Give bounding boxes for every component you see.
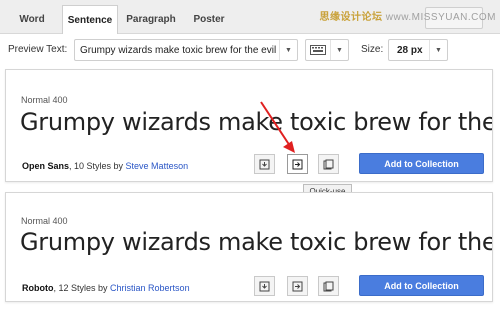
- tab-poster[interactable]: Poster: [186, 6, 232, 33]
- preview-settings-row: Preview Text: Grumpy wizards make toxic …: [0, 34, 500, 67]
- preview-text-value: Grumpy wizards make toxic brew for the e…: [80, 44, 279, 56]
- pop-out-button[interactable]: [318, 276, 339, 296]
- watermark: 思缘设计论坛 www.MISSYUAN.COM: [319, 8, 496, 23]
- font-name: Roboto: [22, 283, 54, 293]
- font-sample-text: Grumpy wizards make toxic brew for the e…: [20, 108, 492, 136]
- download-button[interactable]: [254, 276, 275, 296]
- size-value: 28 px: [397, 44, 423, 56]
- add-to-collection-button[interactable]: Add to Collection: [359, 275, 484, 296]
- quick-use-icon: [292, 281, 303, 291]
- font-styles-count: , 12 Styles by: [53, 283, 111, 293]
- font-styles-count: , 10 Styles by: [69, 161, 126, 171]
- font-card-roboto: Normal 400 Grumpy wizards make toxic bre…: [5, 192, 493, 302]
- chevron-down-icon: ▼: [330, 40, 348, 60]
- size-select[interactable]: 28 px ▼: [388, 39, 448, 61]
- font-sample-text: Grumpy wizards make toxic brew for the e…: [20, 228, 492, 256]
- font-author-link[interactable]: Steve Matteson: [126, 161, 189, 171]
- watermark-brand: 思缘设计论坛: [319, 12, 383, 23]
- tab-sentence[interactable]: Sentence: [62, 5, 118, 34]
- watermark-url: www.MISSYUAN.COM: [385, 12, 496, 23]
- pop-out-icon: [323, 159, 334, 169]
- keyboard-select[interactable]: ▼: [305, 39, 349, 61]
- size-label: Size:: [361, 44, 384, 55]
- quick-use-icon: [292, 159, 303, 169]
- font-style-label: Normal 400: [21, 216, 68, 226]
- tab-word[interactable]: Word: [8, 6, 56, 33]
- pop-out-button[interactable]: [318, 154, 339, 174]
- quick-use-button[interactable]: [287, 276, 308, 296]
- download-icon: [259, 159, 270, 169]
- chevron-down-icon: ▼: [429, 40, 447, 60]
- tab-paragraph[interactable]: Paragraph: [120, 6, 182, 33]
- font-name: Open Sans: [22, 161, 70, 171]
- chevron-down-icon: ▼: [279, 40, 297, 60]
- keyboard-icon: [306, 45, 330, 55]
- font-style-label: Normal 400: [21, 95, 68, 105]
- download-button[interactable]: [254, 154, 275, 174]
- pop-out-icon: [323, 281, 334, 291]
- font-author-link[interactable]: Christian Robertson: [110, 283, 190, 293]
- preview-text-select[interactable]: Grumpy wizards make toxic brew for the e…: [74, 39, 298, 61]
- quick-use-button[interactable]: [287, 154, 308, 174]
- top-tab-bar: Word Sentence Paragraph Poster 思缘设计论坛 ww…: [0, 0, 500, 34]
- add-to-collection-button[interactable]: Add to Collection: [359, 153, 484, 174]
- download-icon: [259, 281, 270, 291]
- font-meta: Roboto, 12 Styles by Christian Robertson: [22, 283, 190, 293]
- font-card-open-sans: Normal 400 Grumpy wizards make toxic bre…: [5, 69, 493, 182]
- font-meta: Open Sans, 10 Styles by Steve Matteson: [22, 161, 188, 171]
- preview-text-label: Preview Text:: [8, 44, 68, 55]
